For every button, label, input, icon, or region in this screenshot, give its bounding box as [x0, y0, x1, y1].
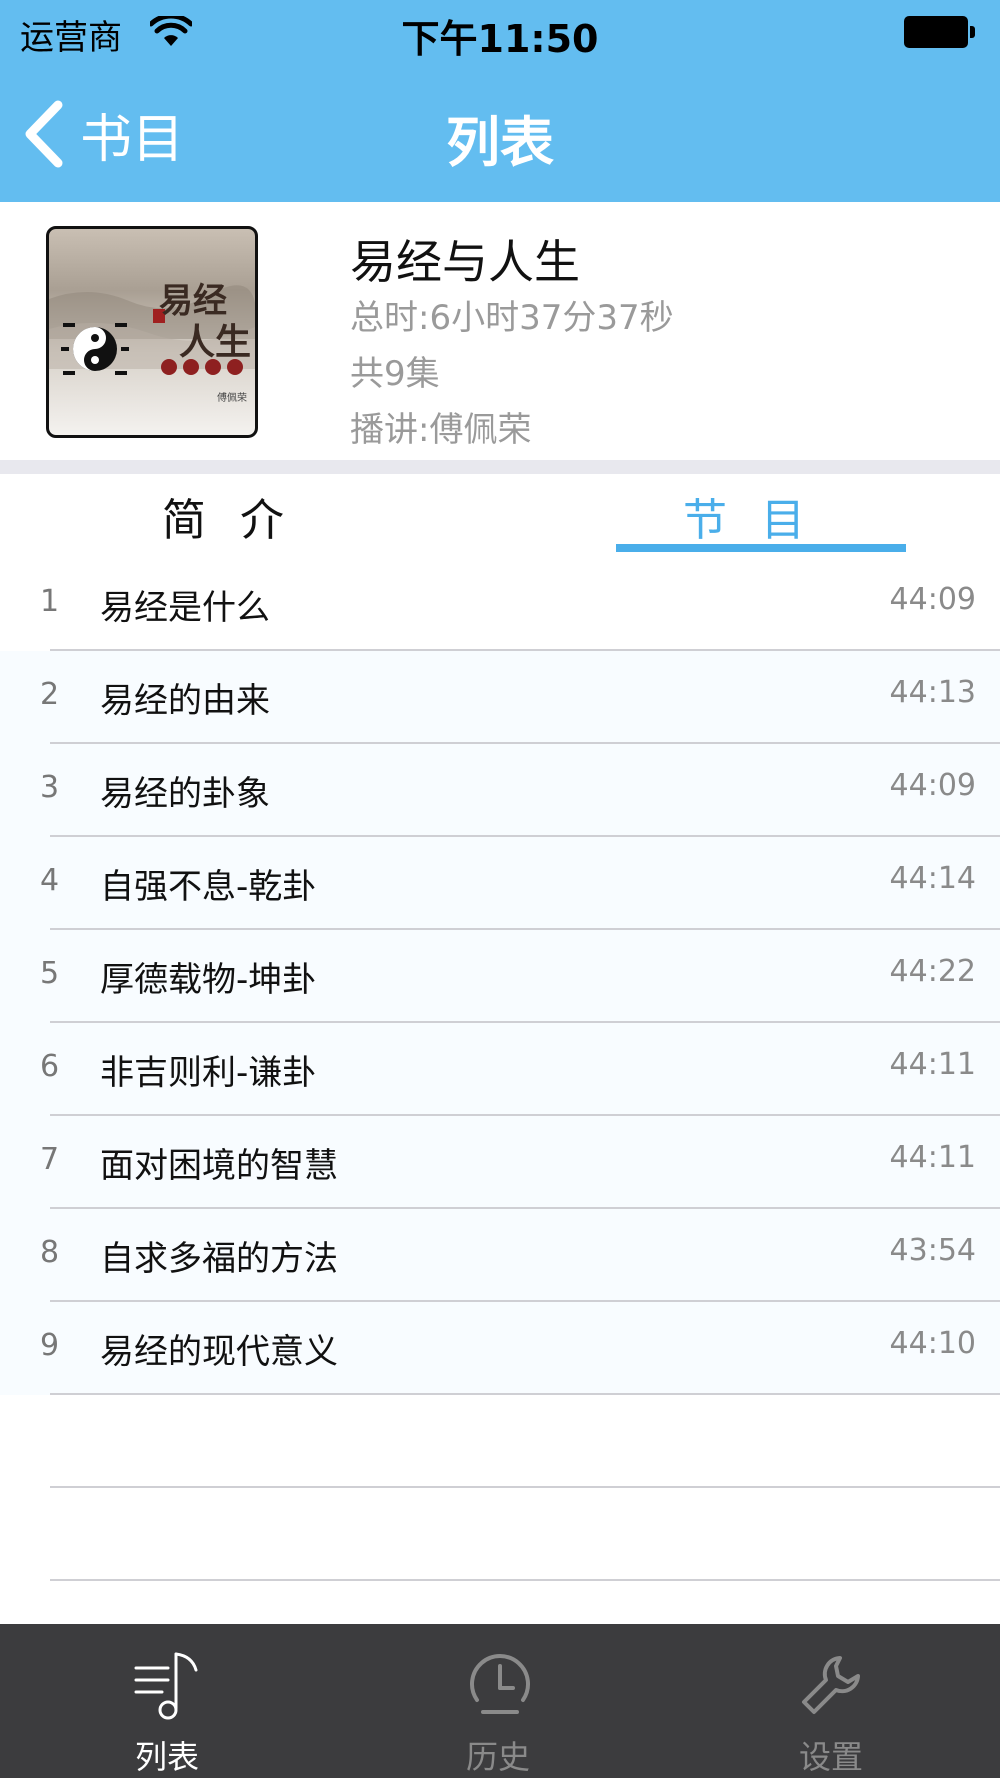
list-item[interactable]: 9 易经的现代意义 44:10 [0, 1302, 1000, 1395]
tabbar-item-settings[interactable]: 设置 [731, 1624, 931, 1778]
episode-title: 易经的现代意义 [100, 1332, 338, 1372]
svg-text:傅佩荣: 傅佩荣 [217, 391, 247, 404]
episode-number: 1 [40, 584, 60, 619]
episode-number: 3 [40, 770, 60, 805]
list-item[interactable]: 8 自求多福的方法 43:54 [0, 1209, 1000, 1302]
episode-duration: 43:54 [889, 1233, 976, 1268]
book-total-time: 总时:6小时37分37秒 [350, 298, 674, 338]
episode-duration: 44:09 [889, 768, 976, 803]
book-narrator: 播讲:傅佩荣 [350, 410, 532, 450]
tabbar-item-history[interactable]: 历史 [398, 1624, 598, 1778]
episode-duration: 44:22 [889, 954, 976, 989]
tabbar-label-list: 列表 [134, 1738, 199, 1776]
clock-icon [470, 1654, 530, 1714]
episode-list: 1 易经是什么 44:09 2 易经的由来 44:13 3 易经的卦象 44:0… [0, 558, 1000, 1581]
episode-number: 7 [40, 1142, 60, 1177]
episode-number: 4 [40, 863, 60, 898]
list-item[interactable]: 1 易经是什么 44:09 [0, 558, 1000, 651]
empty-row [0, 1488, 1000, 1581]
top-bar: 运营商 下午11:50 书目 列表 [0, 0, 1000, 202]
tab-episodes[interactable]: 节目 [616, 484, 906, 550]
detail-tabs: 简介 节目 [0, 474, 1000, 558]
list-item[interactable]: 2 易经的由来 44:13 [0, 651, 1000, 744]
episode-title: 厚德载物-坤卦 [100, 960, 317, 1000]
cover-title-2: 人生 [179, 322, 252, 363]
battery-icon [904, 16, 976, 50]
episode-number: 5 [40, 956, 60, 991]
empty-row [0, 1395, 1000, 1488]
list-item[interactable]: 7 面对困境的智慧 44:11 [0, 1116, 1000, 1209]
episode-duration: 44:14 [889, 861, 976, 896]
section-divider [0, 460, 1000, 474]
book-header: 傅佩荣 易经 人生 易经与人生 总时:6小时37分37秒 共9集 播讲:傅佩荣 [0, 202, 1000, 460]
episode-duration: 44:13 [889, 675, 976, 710]
list-item[interactable]: 5 厚德载物-坤卦 44:22 [0, 930, 1000, 1023]
page-title: 列表 [446, 111, 554, 174]
episode-duration: 44:10 [889, 1326, 976, 1361]
tabbar-label-settings: 设置 [798, 1738, 863, 1776]
episode-title: 面对困境的智慧 [100, 1146, 338, 1186]
episode-number: 8 [40, 1235, 60, 1270]
list-item[interactable]: 6 非吉则利-谦卦 44:11 [0, 1023, 1000, 1116]
list-item[interactable]: 3 易经的卦象 44:09 [0, 744, 1000, 837]
book-episode-count: 共9集 [350, 354, 440, 394]
episode-number: 9 [40, 1328, 60, 1363]
book-cover[interactable]: 傅佩荣 易经 人生 [46, 226, 258, 438]
active-tab-indicator [616, 544, 906, 552]
episode-duration: 44:09 [889, 582, 976, 617]
tabbar-item-list[interactable]: 列表 [67, 1624, 267, 1778]
navigation-bar: 书目 列表 [0, 66, 1000, 202]
episode-title: 自强不息-乾卦 [100, 867, 317, 907]
status-time: 下午11:50 [401, 17, 599, 61]
row-separator [50, 1579, 1000, 1581]
episode-title: 易经的由来 [100, 681, 270, 721]
episode-title: 非吉则利-谦卦 [100, 1053, 317, 1093]
episode-number: 6 [40, 1049, 60, 1084]
episode-duration: 44:11 [889, 1140, 976, 1175]
book-title: 易经与人生 [350, 235, 580, 289]
episode-duration: 44:11 [889, 1047, 976, 1082]
list-item[interactable]: 4 自强不息-乾卦 44:14 [0, 837, 1000, 930]
status-bar: 运营商 下午11:50 [0, 0, 1000, 66]
episode-title: 易经的卦象 [100, 774, 270, 814]
tab-bar: 列表 历史 设置 [0, 1624, 1000, 1778]
episode-number: 2 [40, 677, 60, 712]
tabbar-label-history: 历史 [465, 1738, 530, 1776]
episode-title: 自求多福的方法 [100, 1239, 338, 1279]
wrench-icon [802, 1656, 860, 1714]
music-list-icon [134, 1652, 198, 1720]
episode-title: 易经是什么 [100, 588, 270, 628]
tab-intro[interactable]: 简介 [95, 484, 385, 550]
